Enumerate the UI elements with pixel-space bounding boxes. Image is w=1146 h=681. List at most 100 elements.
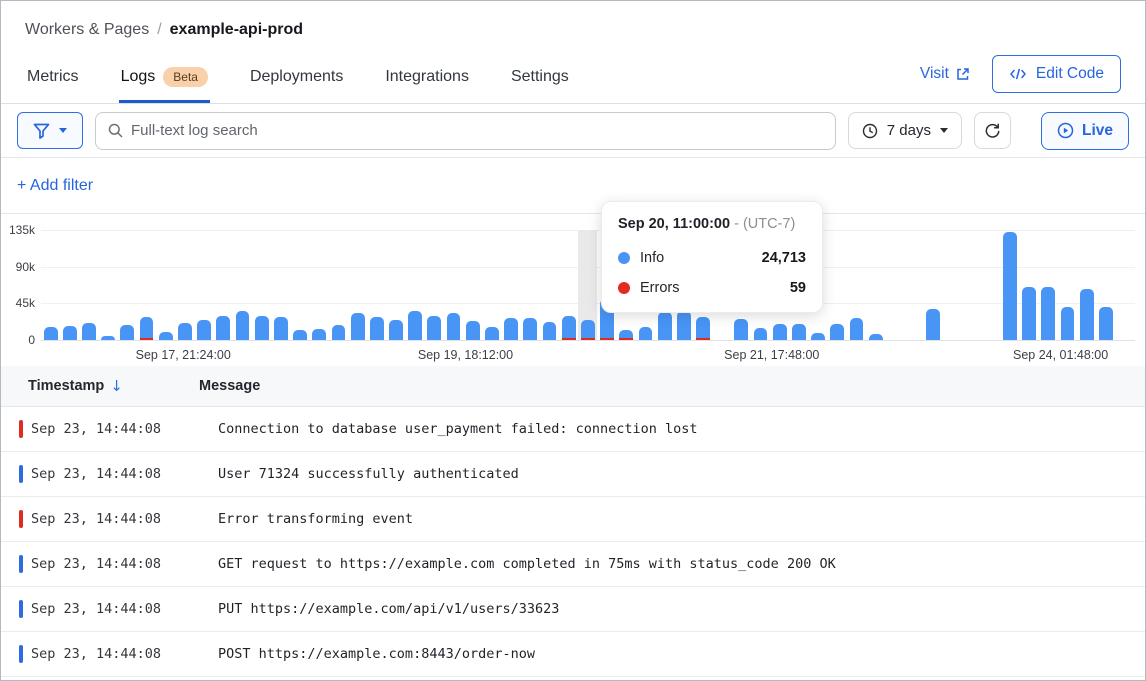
tab-settings[interactable]: Settings	[509, 61, 571, 103]
tab-metrics[interactable]: Metrics	[25, 61, 81, 103]
chart-bar-slot[interactable]	[847, 230, 866, 340]
log-count-bar[interactable]	[754, 328, 768, 340]
log-table-row[interactable]: Sep 23, 14:44:08User 71324 successfully …	[1, 452, 1145, 497]
chart-bar-slot[interactable]	[578, 230, 597, 340]
log-count-bar[interactable]	[82, 323, 96, 340]
breadcrumb-section[interactable]: Workers & Pages	[25, 21, 149, 39]
chart-bar-slot[interactable]	[885, 230, 904, 340]
chart-bar-slot[interactable]	[310, 230, 329, 340]
log-table-row[interactable]: Sep 23, 14:44:08Error transforming event	[1, 497, 1145, 542]
chart-bar-slot[interactable]	[156, 230, 175, 340]
log-count-bar[interactable]	[332, 325, 346, 340]
chart-bar-slot[interactable]	[1039, 230, 1058, 340]
log-count-bar[interactable]	[773, 324, 787, 340]
chart-bar-slot[interactable]	[521, 230, 540, 340]
log-count-bar[interactable]	[255, 316, 269, 340]
log-count-bar[interactable]	[562, 316, 576, 340]
chart-bar-slot[interactable]	[233, 230, 252, 340]
chart-bar-slot[interactable]	[175, 230, 194, 340]
chart-bar-slot[interactable]	[444, 230, 463, 340]
chart-bar-slot[interactable]	[386, 230, 405, 340]
log-count-bar[interactable]	[543, 322, 557, 340]
add-filter-button[interactable]: + Add filter	[17, 177, 93, 195]
search-input[interactable]	[131, 122, 823, 139]
chart-bar-slot[interactable]	[99, 230, 118, 340]
log-count-bar[interactable]	[351, 313, 365, 340]
log-count-bar[interactable]	[44, 327, 58, 340]
log-count-bar[interactable]	[1061, 307, 1075, 340]
log-count-bar[interactable]	[677, 311, 691, 340]
log-count-bar[interactable]	[197, 320, 211, 340]
log-count-bar[interactable]	[1080, 289, 1094, 340]
chart-bar-slot[interactable]	[1096, 230, 1115, 340]
chart-bar-slot[interactable]	[1077, 230, 1096, 340]
chart-bar-slot[interactable]	[1058, 230, 1077, 340]
chart-bar-slot[interactable]	[559, 230, 578, 340]
edit-code-button[interactable]: Edit Code	[992, 55, 1121, 93]
chart-bar-slot[interactable]	[904, 230, 923, 340]
log-table-row[interactable]: Sep 23, 14:44:08PUT https://example.com/…	[1, 587, 1145, 632]
log-table-row[interactable]: Sep 23, 14:44:08POST https://example.com…	[1, 632, 1145, 677]
chart-bar-slot[interactable]	[290, 230, 309, 340]
log-count-bar[interactable]	[850, 318, 864, 340]
chart-bar-slot[interactable]	[406, 230, 425, 340]
log-count-bar[interactable]	[619, 330, 633, 340]
live-button[interactable]: Live	[1041, 112, 1129, 150]
chart-bar-slot[interactable]	[828, 230, 847, 340]
log-count-bar[interactable]	[1003, 232, 1017, 340]
log-count-bar[interactable]	[370, 317, 384, 340]
log-count-bar[interactable]	[427, 316, 441, 340]
log-count-bar[interactable]	[696, 317, 710, 340]
log-count-bar[interactable]	[792, 324, 806, 340]
time-range-button[interactable]: 7 days	[848, 112, 962, 149]
chart-bar-slot[interactable]	[137, 230, 156, 340]
chart-bar-slot[interactable]	[540, 230, 559, 340]
log-count-bar[interactable]	[504, 318, 518, 340]
chart-bar-slot[interactable]	[60, 230, 79, 340]
log-count-bar[interactable]	[312, 329, 326, 340]
tab-deployments[interactable]: Deployments	[248, 61, 345, 103]
chart-bar-slot[interactable]	[252, 230, 271, 340]
chart-bar-slot[interactable]	[482, 230, 501, 340]
chart-bar-slot[interactable]	[271, 230, 290, 340]
tab-logs[interactable]: LogsBeta	[119, 61, 210, 103]
log-table-row[interactable]: Sep 23, 14:44:08GET request to https://e…	[1, 542, 1145, 587]
chart-bar-slot[interactable]	[1020, 230, 1039, 340]
timestamp-column-header[interactable]: Timestamp ↓	[1, 377, 199, 395]
log-count-bar[interactable]	[140, 317, 154, 340]
chart-bar-slot[interactable]	[962, 230, 981, 340]
log-count-bar[interactable]	[216, 316, 230, 340]
log-count-bar[interactable]	[178, 323, 192, 340]
log-count-bar[interactable]	[639, 327, 653, 340]
log-count-bar[interactable]	[581, 320, 595, 340]
log-count-bar[interactable]	[1099, 307, 1113, 340]
log-count-bar[interactable]	[485, 327, 499, 340]
chart-bar-slot[interactable]	[118, 230, 137, 340]
log-count-bar[interactable]	[1041, 287, 1055, 340]
log-count-bar[interactable]	[389, 320, 403, 340]
log-count-bar[interactable]	[1022, 287, 1036, 340]
chart-bar-slot[interactable]	[79, 230, 98, 340]
chart-bar-slot[interactable]	[1116, 230, 1135, 340]
tab-integrations[interactable]: Integrations	[383, 61, 471, 103]
chart-bar-slot[interactable]	[348, 230, 367, 340]
chart-bar-slot[interactable]	[329, 230, 348, 340]
chart-bar-slot[interactable]	[943, 230, 962, 340]
chart-bar-slot[interactable]	[502, 230, 521, 340]
log-count-bar[interactable]	[734, 319, 748, 340]
chart-bar-slot[interactable]	[924, 230, 943, 340]
log-count-bar[interactable]	[63, 326, 77, 340]
chart-bar-slot[interactable]	[866, 230, 885, 340]
log-count-bar[interactable]	[523, 318, 537, 340]
chart-bar-slot[interactable]	[463, 230, 482, 340]
filter-dropdown-button[interactable]	[17, 112, 83, 149]
visit-link[interactable]: Visit	[920, 65, 970, 83]
refresh-button[interactable]	[974, 112, 1011, 149]
chart-bar-slot[interactable]	[981, 230, 1000, 340]
chart-bar-slot[interactable]	[41, 230, 60, 340]
log-count-bar[interactable]	[830, 324, 844, 340]
log-count-bar[interactable]	[926, 309, 940, 340]
chart-bar-slot[interactable]	[1000, 230, 1019, 340]
log-count-bar[interactable]	[466, 321, 480, 340]
log-count-bar[interactable]	[408, 311, 422, 340]
